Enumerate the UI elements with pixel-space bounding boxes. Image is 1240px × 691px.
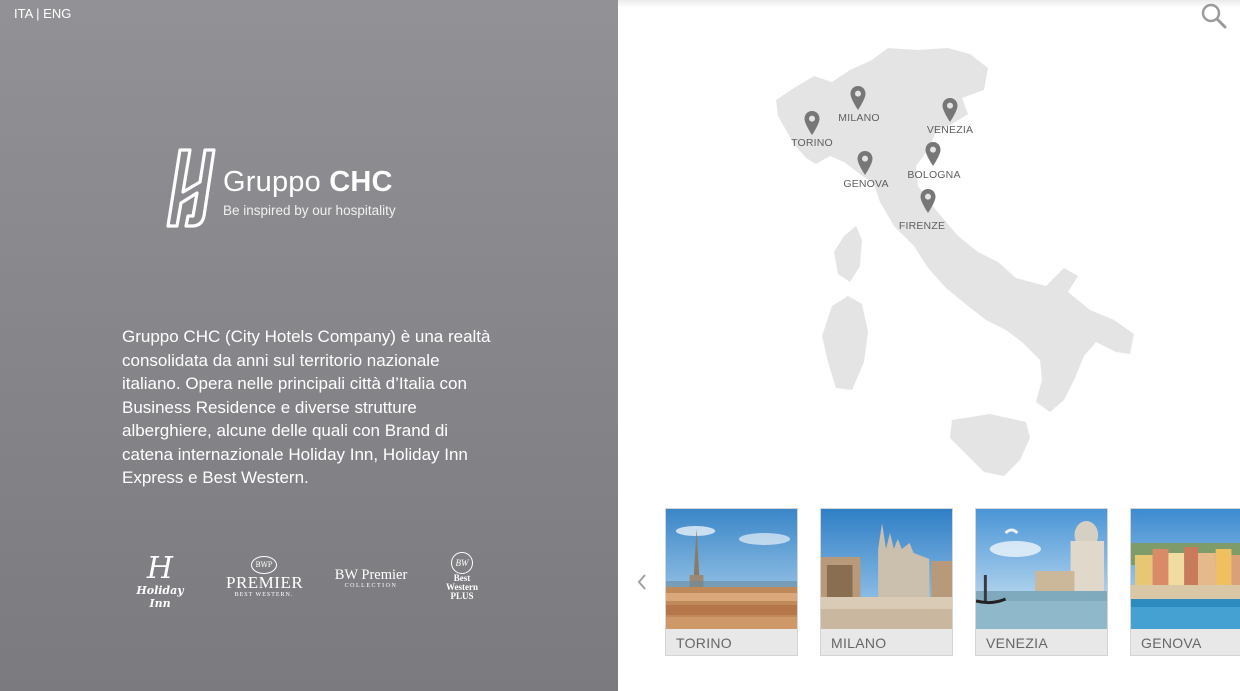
map-label-genova[interactable]: GENOVA [843, 178, 888, 190]
city-card-genova[interactable]: GENOVA [1130, 508, 1240, 656]
bw-premier-text: BW Premier [334, 567, 408, 583]
intro-text: Gruppo CHC (City Hotels Company) è una r… [122, 327, 491, 487]
search-button[interactable] [1200, 2, 1228, 30]
bwp-badge: BWP [251, 556, 277, 574]
bw-plus-badge: BW [451, 552, 473, 574]
milano-photo [821, 509, 952, 629]
map-label-venezia[interactable]: VENEZIA [927, 124, 973, 136]
city-card-label: TORINO [676, 635, 732, 651]
brand-logos: H Holiday Inn BWP PREMIER BEST WESTERN. … [122, 548, 492, 612]
search-icon [1201, 3, 1227, 29]
venezia-photo [976, 509, 1107, 629]
bw-premier-collection-logo[interactable]: BW Premier COLLECTION [328, 567, 414, 590]
map-pin-milano[interactable] [849, 85, 867, 111]
genova-photo [1131, 509, 1240, 629]
collection-text: COLLECTION [344, 583, 398, 589]
logo-tagline: Be inspired by our hospitality [223, 203, 396, 218]
logo[interactable]: Gruppo CHC Be inspired by our hospitalit… [166, 146, 426, 230]
map-label-milano[interactable]: MILANO [838, 112, 879, 124]
map-label-bologna[interactable]: BOLOGNA [907, 169, 960, 181]
city-card-label: GENOVA [1141, 635, 1202, 651]
language-switcher: ITA | ENG [14, 6, 71, 21]
bw-plus-line3: PLUS [450, 591, 474, 601]
logo-mark-icon [166, 148, 216, 228]
map-pin-torino[interactable] [803, 110, 821, 136]
city-card-label: VENEZIA [986, 635, 1049, 651]
chevron-left-icon [637, 574, 646, 590]
city-card-venezia[interactable]: VENEZIA [975, 508, 1108, 656]
holiday-inn-logo[interactable]: H Holiday Inn [128, 551, 192, 611]
header-shadow [618, 0, 1240, 8]
holiday-inn-text: Holiday Inn [136, 584, 184, 610]
logo-name-light: Gruppo [223, 166, 330, 198]
lang-separator: | [32, 6, 44, 21]
premier-subtext: BEST WESTERN. [234, 592, 294, 598]
map-label-firenze[interactable]: FIRENZE [899, 220, 945, 232]
lang-ita-link[interactable]: ITA [14, 6, 33, 21]
logo-name-bold: CHC [329, 166, 393, 198]
map-pin-bologna[interactable] [924, 141, 942, 167]
logo-name: Gruppo CHC [223, 166, 393, 199]
italy-map-shape [776, 48, 1134, 476]
italy-map: TORINO MILANO VENEZIA GENOVA BOLOGNA FIR… [618, 40, 1240, 510]
city-card-label: MILANO [831, 635, 887, 651]
best-western-plus-logo[interactable]: BW Best Western PLUS [440, 552, 484, 601]
left-panel: ITA | ENG Gruppo CHC Be inspired by our … [0, 0, 618, 691]
city-card-torino[interactable]: TORINO [665, 508, 798, 656]
torino-photo [666, 509, 797, 629]
map-pin-firenze[interactable] [919, 188, 937, 214]
map-pin-venezia[interactable] [941, 97, 959, 123]
city-card-milano[interactable]: MILANO [820, 508, 953, 656]
holiday-inn-mark: H [146, 551, 174, 586]
map-pin-genova[interactable] [856, 150, 874, 176]
carousel-prev-button[interactable] [633, 568, 651, 596]
map-label-torino[interactable]: TORINO [791, 137, 833, 149]
best-western-premier-logo[interactable]: BWP PREMIER BEST WESTERN. [226, 554, 304, 598]
premier-text: PREMIER [226, 573, 304, 592]
lang-eng-link[interactable]: ENG [43, 6, 71, 21]
